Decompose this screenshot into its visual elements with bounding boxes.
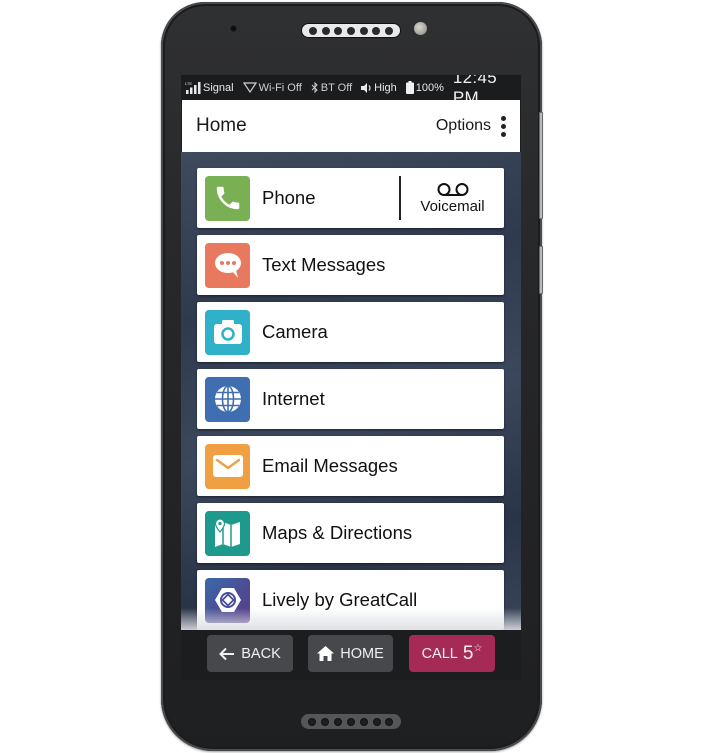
tile-maps-directions[interactable]: Maps & Directions (197, 503, 504, 563)
volume-status: High (361, 82, 397, 94)
bluetooth-label: BT Off (320, 81, 353, 94)
camera-icon (205, 309, 250, 355)
speaker-icon (361, 82, 371, 93)
tile-label: Text Messages (262, 254, 386, 275)
chat-bubble-icon (205, 242, 250, 288)
call-label: CALL (421, 645, 458, 662)
tile-label: Maps & Directions (262, 522, 413, 543)
star-icon: ☆ (473, 643, 483, 654)
app-bar: Home Options (182, 100, 520, 152)
home-icon (317, 646, 335, 661)
options-label: Options (435, 117, 491, 134)
tile-label: Camera (262, 321, 328, 342)
proximity-sensor (414, 22, 427, 35)
map-icon (205, 510, 250, 556)
tile-label: Email Messages (262, 455, 398, 476)
bluetooth-off-icon (311, 82, 318, 93)
wifi-label: Wi-Fi Off (258, 81, 302, 94)
call-5star-button[interactable]: CALL 5 ☆ (409, 635, 495, 672)
signal-icon: LTE (185, 81, 201, 94)
battery-status: 100% (405, 81, 444, 94)
tile-email-messages[interactable]: Email Messages (197, 436, 504, 496)
page-title: Home (196, 115, 247, 136)
svg-text:LTE: LTE (185, 81, 192, 86)
tile-label: Lively by GreatCall (262, 589, 418, 610)
back-label: BACK (241, 645, 281, 662)
earpiece-speaker (301, 23, 401, 38)
lively-icon (205, 577, 250, 623)
wifi-status: Wi-Fi Off (242, 81, 302, 94)
bottom-nav: BACK HOME CALL 5 ☆ (181, 630, 521, 680)
globe-icon (205, 376, 250, 422)
tile-label: Phone (262, 187, 316, 208)
signal-label: Signal (203, 81, 234, 94)
voicemail-label: Voicemail (420, 197, 485, 215)
voicemail-button[interactable]: Voicemail (399, 176, 504, 220)
wifi-off-icon (242, 82, 257, 93)
bottom-speaker (301, 714, 401, 729)
more-vert-icon (501, 115, 506, 137)
battery-label: 100% (415, 81, 444, 94)
front-camera (229, 24, 238, 33)
screen: LTE Signal Wi-Fi Off BT Off High 100% 12… (181, 75, 521, 680)
envelope-icon (205, 443, 250, 489)
tile-camera[interactable]: Camera (197, 302, 504, 362)
tile-lively-by-greatcall[interactable]: Lively by GreatCall (197, 570, 504, 630)
volume-button[interactable] (539, 112, 543, 219)
options-button[interactable]: Options (435, 115, 506, 137)
back-button[interactable]: BACK (207, 635, 293, 672)
status-bar: LTE Signal Wi-Fi Off BT Off High 100% 12… (181, 75, 521, 107)
arrow-left-icon (219, 647, 235, 660)
volume-label: High (374, 81, 397, 94)
power-button[interactable] (539, 246, 543, 294)
tile-label: Internet (262, 388, 325, 409)
call-number: 5 (462, 642, 474, 664)
signal-status: LTE Signal (185, 81, 234, 94)
phone-icon (205, 175, 250, 221)
tile-text-messages[interactable]: Text Messages (197, 235, 504, 295)
home-button[interactable]: HOME (308, 635, 393, 672)
bluetooth-status: BT Off (311, 82, 352, 94)
battery-icon (405, 81, 414, 94)
app-list[interactable]: Phone Voicemail Text Messages Camera Int… (181, 152, 521, 630)
home-label: HOME (340, 645, 384, 662)
tile-internet[interactable]: Internet (197, 369, 504, 429)
tile-phone[interactable]: Phone Voicemail (197, 168, 504, 228)
voicemail-icon (437, 182, 468, 196)
